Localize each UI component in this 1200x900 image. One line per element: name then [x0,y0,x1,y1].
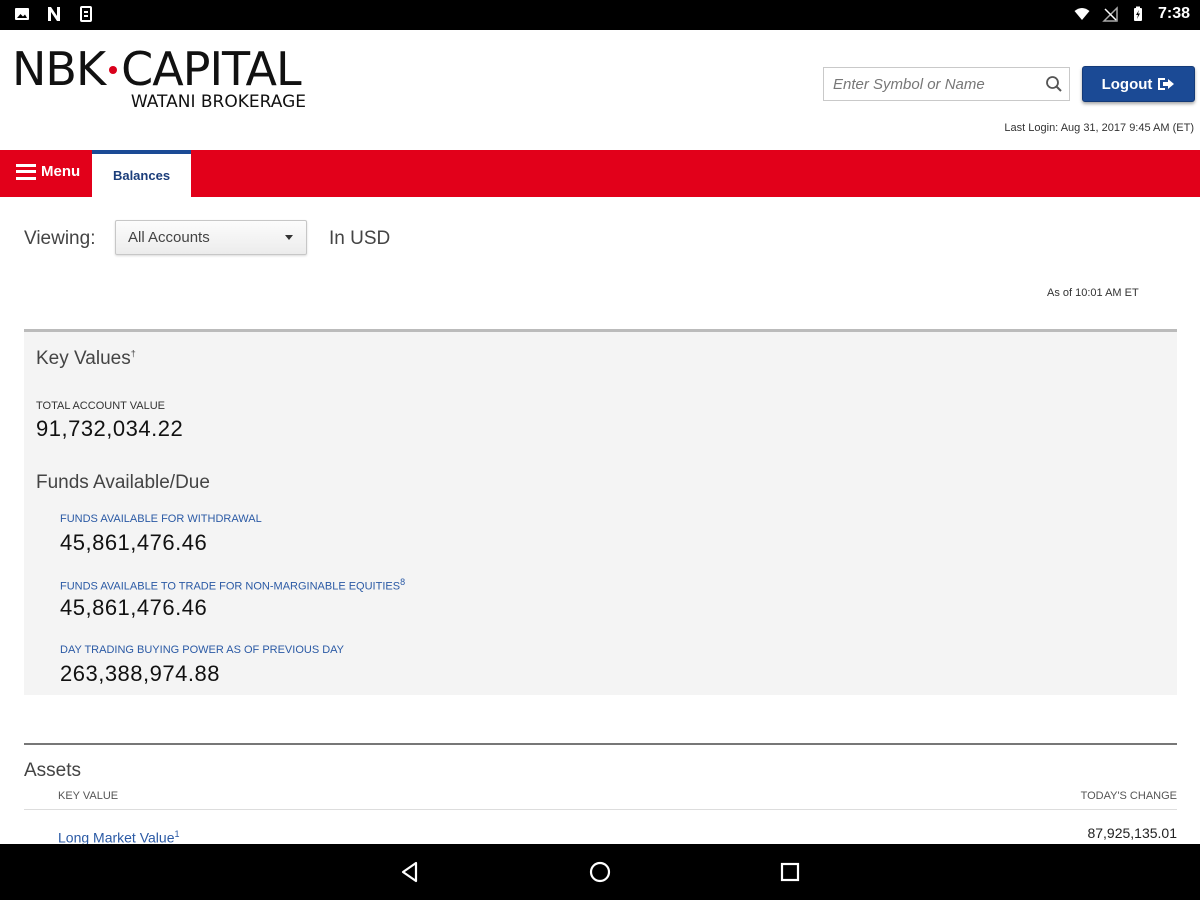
key-values-panel: Key Values† TOTAL ACCOUNT VALUE 91,732,0… [24,329,1177,695]
funds-non-marginable-value: 45,861,476.46 [60,595,208,620]
hamburger-icon [16,163,36,180]
day-trading-power-label[interactable]: DAY TRADING BUYING POWER AS OF PREVIOUS … [60,644,344,656]
signal-off-icon [1102,6,1118,22]
key-values-footnote-mark: † [130,348,136,359]
assets-divider-rule [24,743,1177,745]
sign-out-icon [1158,78,1175,90]
back-icon[interactable] [398,860,422,884]
logo-subtitle: WATANI BROKERAGE [130,92,306,112]
system-nav-bar [0,844,1200,900]
battery-charging-icon [1133,6,1142,21]
viewing-label: Viewing: [24,228,96,249]
wifi-icon [1074,8,1090,20]
n-icon [48,7,60,21]
menu-button[interactable]: Menu [16,163,80,180]
long-market-value-amount: 87,925,135.01 [1087,825,1177,841]
funds-withdrawal-label[interactable]: FUNDS AVAILABLE FOR WITHDRAWAL [60,513,262,525]
assets-column-todays-change: TODAY'S CHANGE [1080,790,1177,802]
funds-non-marginable-label[interactable]: FUNDS AVAILABLE TO TRADE FOR NON-MARGINA… [60,577,405,593]
last-login-text: Last Login: Aug 31, 2017 9:45 AM (ET) [1004,122,1194,134]
tab-balances[interactable]: Balances [92,150,191,197]
long-market-value-footnote-mark: 1 [174,829,180,839]
logo-wordmark: NBK CAPITAL [12,42,302,96]
search-icon[interactable] [1045,75,1063,93]
account-select-value: All Accounts [128,229,210,246]
assets-title: Assets [24,760,82,781]
day-trading-power-label-text: DAY TRADING BUYING POWER AS OF PREVIOUS … [60,644,345,656]
main-nav-bar: Menu Balances [0,150,1200,197]
clipboard-icon [80,6,92,22]
status-bar: 7:38 [0,0,1200,30]
status-time: 7:38 [1157,5,1190,22]
funds-title: Funds Available/Due [36,472,210,493]
logo-right-text: CAPITAL [121,42,302,96]
assets-header-divider [24,809,1177,810]
assets-column-key-value: KEY VALUE [58,790,119,802]
funds-non-marginable-footnote-mark: 8 [400,577,406,587]
key-values-title-text: Key Values [36,348,131,369]
total-account-value: 91,732,034.22 [36,416,184,441]
funds-withdrawal-value: 45,861,476.46 [60,530,208,555]
as-of-timestamp: As of 10:01 AM ET [1047,287,1139,299]
nbk-capital-logo[interactable]: NBK CAPITAL WATANI BROKERAGE [12,42,312,114]
day-trading-power-value: 263,388,974.88 [60,661,220,686]
caret-down-icon [285,235,293,240]
search-input[interactable] [824,68,1044,100]
total-account-value-label: TOTAL ACCOUNT VALUE [36,400,165,412]
menu-label: Menu [41,163,81,180]
currency-label: In USD [329,228,391,249]
logo-left-text: NBK [12,42,106,96]
funds-non-marginable-label-text: FUNDS AVAILABLE TO TRADE FOR NON-MARGINA… [60,580,401,593]
symbol-search[interactable] [823,67,1070,101]
funds-withdrawal-label-text: FUNDS AVAILABLE FOR WITHDRAWAL [60,513,262,525]
home-icon[interactable] [588,860,612,884]
recents-icon[interactable] [778,860,802,884]
key-values-title: Key Values† [36,348,136,370]
logout-button[interactable]: Logout [1082,66,1195,102]
image-icon [15,8,29,20]
logout-label: Logout [1101,75,1153,93]
account-select[interactable]: All Accounts [115,220,307,255]
logo-dot [109,65,118,74]
header: NBK CAPITAL WATANI BROKERAGE Logout Last … [0,30,1200,150]
